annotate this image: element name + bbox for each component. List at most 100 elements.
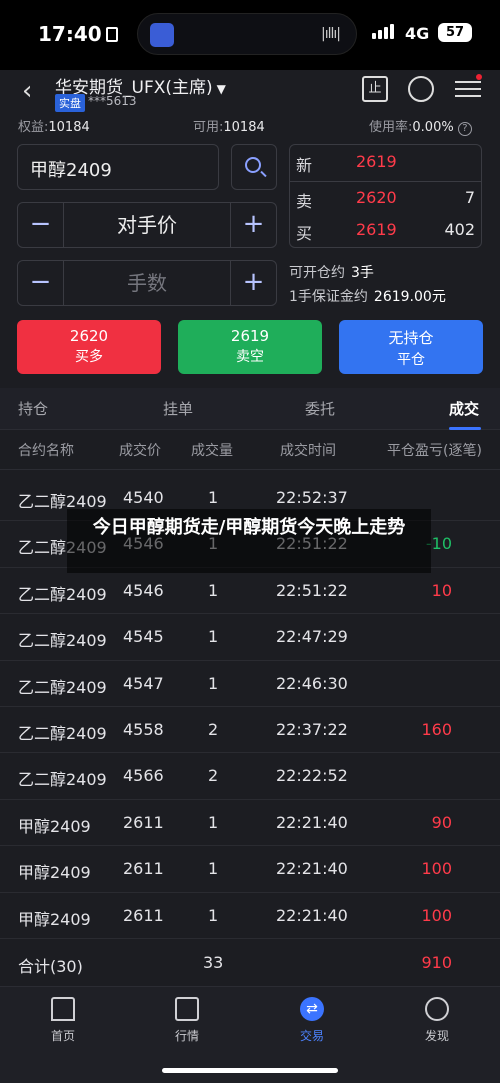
cell-pnl: 100 — [421, 859, 452, 879]
table-row[interactable]: 甲醇2409 2611 1 22:21:40 90 — [0, 800, 500, 847]
notification-dot — [476, 74, 482, 80]
price-plus-button[interactable]: + — [230, 203, 276, 247]
menu-icon[interactable] — [455, 76, 481, 102]
ask-row[interactable]: 卖 2620 7 — [296, 188, 475, 218]
qty-minus-button[interactable]: − — [18, 261, 64, 305]
cell-pnl: 10 — [431, 580, 452, 600]
audio-wave-icon: |ıllı| — [321, 26, 341, 42]
table-row[interactable]: 乙二醇2409 4566 2 22:22:52 — [0, 753, 500, 800]
cell-qty: 2 — [208, 719, 219, 739]
table-row[interactable]: 乙二醇2409 4547 1 22:46:30 — [0, 661, 500, 707]
table-row[interactable]: 乙二醇2409 4558 2 22:37:22 160 — [0, 707, 500, 754]
cell-time: 22:37:22 — [276, 719, 348, 739]
back-icon[interactable]: ‹ — [22, 76, 32, 106]
close-position-button[interactable]: 无持仓 平仓 — [339, 320, 483, 374]
cell-time: 22:21:40 — [276, 859, 348, 879]
cell-qty: 1 — [208, 627, 219, 647]
caret-down-icon: ▼ — [216, 82, 226, 96]
account-number: ***5613 — [88, 94, 137, 108]
stop-order-icon[interactable]: 止 — [362, 76, 388, 102]
cell-time: 22:47:29 — [276, 627, 348, 647]
cell-pnl: 100 — [421, 905, 452, 925]
can-open: 可开仓约 3手 — [289, 265, 374, 281]
table-header: 合约名称 成交价 成交量 成交时间 平仓盈亏(逐笔) — [0, 430, 500, 470]
cell-pnl: 90 — [431, 812, 452, 832]
cell-price: 4566 — [123, 766, 164, 786]
cell-qty: 1 — [208, 812, 219, 832]
last-price-row: 新 2619 — [296, 152, 397, 175]
id-card-icon — [105, 27, 118, 42]
cell-price: 4540 — [123, 488, 164, 507]
signal-icon — [372, 24, 396, 43]
app-icon — [150, 23, 174, 47]
equity: 权益:10184 — [18, 120, 90, 135]
tab-positions[interactable]: 持仓 — [18, 398, 48, 419]
cell-price: 2611 — [123, 905, 164, 925]
cell-qty: 1 — [208, 905, 219, 925]
quote-panel: 新 2619 卖 2620 7 买 2619 402 — [289, 144, 482, 248]
table-row[interactable]: 甲醇2409 2611 1 22:21:40 100 — [0, 893, 500, 939]
symbol-input[interactable]: 甲醇2409 — [17, 144, 219, 190]
cell-contract: 甲醇2409 — [18, 863, 91, 883]
quantity-input[interactable]: 手数 — [65, 261, 229, 305]
refresh-icon[interactable] — [408, 76, 434, 102]
compass-icon — [425, 997, 449, 1021]
clock: 17:40 — [38, 22, 118, 46]
qty-plus-button[interactable]: + — [230, 261, 276, 305]
dynamic-island: |ıllı| — [137, 13, 357, 55]
price-minus-button[interactable]: − — [18, 203, 64, 247]
cell-contract: 乙二醇2409 — [18, 677, 107, 697]
cell-price: 4545 — [123, 627, 164, 647]
cell-pnl: 160 — [421, 719, 452, 739]
table-row[interactable]: 乙二醇2409 4545 1 22:47:29 — [0, 614, 500, 661]
cell-time: 22:52:37 — [276, 488, 348, 507]
col-time: 成交时间 — [280, 443, 336, 459]
cell-contract: 甲醇2409 — [18, 816, 91, 836]
cell-contract: 乙二醇2409 — [18, 631, 107, 651]
tab-trades[interactable]: 成交 — [449, 398, 479, 419]
home-icon — [51, 997, 75, 1021]
cell-contract: 乙二醇2409 — [18, 723, 107, 743]
total-pnl: 910 — [421, 953, 452, 972]
cell-contract: 乙二醇2409 — [18, 584, 107, 604]
tab-pending[interactable]: 挂单 — [163, 398, 193, 419]
cell-price: 4558 — [123, 719, 164, 739]
cell-qty: 1 — [208, 488, 219, 507]
nav-home[interactable]: 首页 — [28, 997, 98, 1044]
cell-price: 2611 — [123, 812, 164, 832]
cell-time: 22:46:30 — [276, 673, 348, 693]
records-tabs: 持仓 挂单 委托 成交 — [0, 388, 500, 430]
table-row[interactable]: 甲醇2409 2611 1 22:21:40 100 — [0, 846, 500, 893]
chart-icon — [175, 997, 199, 1021]
cell-qty: 1 — [208, 673, 219, 693]
search-button[interactable] — [231, 144, 277, 190]
col-qty: 成交量 — [191, 443, 233, 459]
total-qty: 33 — [203, 953, 224, 972]
margin-per-lot: 1手保证金约 2619.00元 — [289, 289, 446, 305]
cell-time: 22:51:22 — [276, 580, 348, 600]
tab-orders[interactable]: 委托 — [305, 398, 335, 419]
account-badge: 实盘 — [55, 94, 85, 112]
cell-price: 4546 — [123, 580, 164, 600]
buy-long-button[interactable]: 2620 买多 — [17, 320, 161, 374]
help-icon: ? — [457, 122, 472, 136]
price-stepper[interactable]: − 对手价 + — [17, 202, 277, 248]
table-row[interactable]: 乙二醇2409 4546 1 22:51:22 10 — [0, 568, 500, 615]
sell-short-button[interactable]: 2619 卖空 — [178, 320, 322, 374]
cell-time: 22:22:52 — [276, 766, 348, 786]
trade-icon: ⇄ — [300, 997, 324, 1021]
battery-icon: 57 — [438, 23, 472, 42]
cell-time: 22:21:40 — [276, 812, 348, 832]
col-pnl: 平仓盈亏(逐笔) — [387, 443, 482, 459]
cell-qty: 2 — [208, 766, 219, 786]
price-mode[interactable]: 对手价 — [65, 203, 229, 247]
nav-trade[interactable]: ⇄ 交易 — [277, 997, 347, 1044]
available: 可用:10184 — [193, 120, 265, 135]
cell-qty: 1 — [208, 580, 219, 600]
quantity-stepper[interactable]: − 手数 + — [17, 260, 277, 306]
overlay-caption: 今日甲醇期货走/甲醇期货今天晚上走势 — [67, 509, 431, 573]
cell-time: 22:21:40 — [276, 905, 348, 925]
nav-discover[interactable]: 发现 — [402, 997, 472, 1044]
nav-market[interactable]: 行情 — [152, 997, 222, 1044]
bid-row[interactable]: 买 2619 402 — [296, 220, 475, 250]
